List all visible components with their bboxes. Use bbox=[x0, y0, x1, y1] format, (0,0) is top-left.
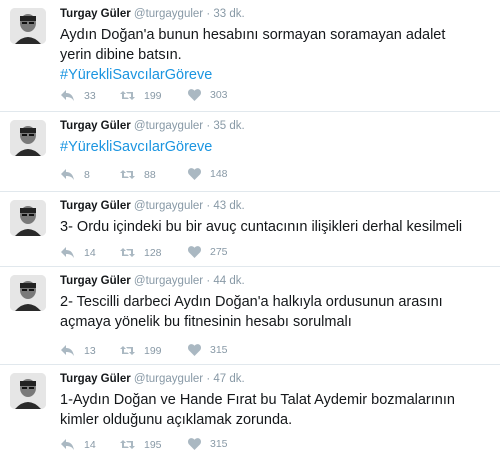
reply-icon bbox=[61, 90, 74, 101]
heart-icon bbox=[188, 168, 201, 180]
author-name[interactable]: Turgay Güler bbox=[60, 275, 131, 287]
tweet-header: Turgay Güler @turgayguler · 47 dk. bbox=[60, 373, 245, 385]
reply-count: 33 bbox=[84, 89, 96, 102]
retweet-count: 195 bbox=[144, 438, 162, 451]
tweet-body: Aydın Doğan'a bunun hesabını sormayan so… bbox=[60, 27, 446, 63]
reply-count: 14 bbox=[84, 246, 96, 259]
author-handle[interactable]: @turgayguler bbox=[134, 200, 203, 212]
heart-icon bbox=[188, 438, 201, 450]
retweet-button[interactable]: 128 bbox=[120, 246, 162, 259]
hashtag-link[interactable]: #YürekliSavcılarGöreve bbox=[60, 139, 212, 155]
author-handle[interactable]: @turgayguler bbox=[134, 8, 203, 20]
reply-count: 8 bbox=[84, 168, 90, 181]
like-count: 275 bbox=[210, 246, 228, 258]
avatar-image bbox=[10, 275, 46, 311]
reply-button[interactable]: 8 bbox=[60, 168, 90, 181]
avatar-image bbox=[10, 120, 46, 156]
author-handle[interactable]: @turgayguler bbox=[134, 120, 203, 132]
avatar[interactable] bbox=[10, 120, 46, 156]
tweet[interactable]: Turgay Güler @turgayguler · 35 dk. #Yüre… bbox=[0, 112, 500, 192]
retweet-count: 199 bbox=[144, 89, 162, 102]
reply-icon bbox=[61, 345, 74, 356]
retweet-icon bbox=[120, 91, 135, 100]
avatar[interactable] bbox=[10, 8, 46, 44]
author-name[interactable]: Turgay Güler bbox=[60, 120, 131, 132]
heart-icon bbox=[188, 344, 201, 356]
tweet-time[interactable]: · 35 dk. bbox=[206, 120, 244, 132]
tweet-header: Turgay Güler @turgayguler · 43 dk. bbox=[60, 200, 245, 212]
retweet-icon bbox=[120, 346, 135, 355]
heart-icon bbox=[188, 89, 201, 101]
like-count: 148 bbox=[210, 168, 228, 180]
avatar[interactable] bbox=[10, 373, 46, 409]
tweet-body: 2- Tescilli darbeci Aydın Doğan'a halkıy… bbox=[60, 294, 443, 330]
like-button[interactable]: 315 bbox=[188, 438, 228, 450]
tweet-body: 1-Aydın Doğan ve Hande Fırat bu Talat Ay… bbox=[60, 392, 455, 428]
tweet-body: 3- Ordu içindeki bu bir avuç cuntacının … bbox=[60, 219, 463, 235]
tweet-feed: Turgay Güler @turgayguler · 33 dk. Aydın… bbox=[0, 0, 500, 457]
tweet[interactable]: Turgay Güler @turgayguler · 44 dk. 2- Te… bbox=[0, 267, 500, 365]
like-button[interactable]: 303 bbox=[188, 89, 228, 101]
retweet-button[interactable]: 199 bbox=[120, 89, 162, 102]
reply-button[interactable]: 13 bbox=[60, 344, 96, 357]
reply-icon bbox=[61, 169, 74, 180]
tweet-time[interactable]: · 44 dk. bbox=[206, 275, 244, 287]
tweet[interactable]: Turgay Güler @turgayguler · 33 dk. Aydın… bbox=[0, 0, 500, 112]
reply-count: 13 bbox=[84, 344, 96, 357]
reply-button[interactable]: 33 bbox=[60, 89, 96, 102]
retweet-icon bbox=[120, 170, 135, 179]
retweet-count: 128 bbox=[144, 246, 162, 259]
tweet-text: 3- Ordu içindeki bu bir avuç cuntacının … bbox=[60, 217, 480, 237]
hashtag-link[interactable]: #YürekliSavcılarGöreve bbox=[60, 67, 212, 83]
heart-icon bbox=[188, 246, 201, 258]
like-count: 315 bbox=[210, 344, 228, 356]
reply-count: 14 bbox=[84, 438, 96, 451]
tweet-header: Turgay Güler @turgayguler · 44 dk. bbox=[60, 275, 245, 287]
author-handle[interactable]: @turgayguler bbox=[134, 275, 203, 287]
author-name[interactable]: Turgay Güler bbox=[60, 8, 131, 20]
retweet-count: 199 bbox=[144, 344, 162, 357]
avatar-image bbox=[10, 373, 46, 409]
tweet-header: Turgay Güler @turgayguler · 35 dk. bbox=[60, 120, 245, 132]
retweet-icon bbox=[120, 440, 135, 449]
tweet-text: #YürekliSavcılarGöreve bbox=[60, 137, 480, 157]
like-button[interactable]: 315 bbox=[188, 344, 228, 356]
reply-icon bbox=[61, 247, 74, 258]
tweet-text: 2- Tescilli darbeci Aydın Doğan'a halkıy… bbox=[60, 292, 480, 332]
tweet-text: Aydın Doğan'a bunun hesabını sormayan so… bbox=[60, 25, 480, 85]
reply-button[interactable]: 14 bbox=[60, 438, 96, 451]
reply-icon bbox=[61, 439, 74, 450]
avatar-image bbox=[10, 8, 46, 44]
retweet-count: 88 bbox=[144, 168, 156, 181]
tweet-time[interactable]: · 43 dk. bbox=[206, 200, 244, 212]
like-button[interactable]: 148 bbox=[188, 168, 228, 180]
tweet-text: 1-Aydın Doğan ve Hande Fırat bu Talat Ay… bbox=[60, 390, 480, 430]
avatar-image bbox=[10, 200, 46, 236]
retweet-button[interactable]: 199 bbox=[120, 344, 162, 357]
like-button[interactable]: 275 bbox=[188, 246, 228, 258]
like-count: 315 bbox=[210, 438, 228, 450]
like-count: 303 bbox=[210, 89, 228, 101]
retweet-icon bbox=[120, 248, 135, 257]
tweet[interactable]: Turgay Güler @turgayguler · 43 dk. 3- Or… bbox=[0, 192, 500, 267]
avatar[interactable] bbox=[10, 275, 46, 311]
tweet-header: Turgay Güler @turgayguler · 33 dk. bbox=[60, 8, 245, 20]
author-name[interactable]: Turgay Güler bbox=[60, 373, 131, 385]
author-name[interactable]: Turgay Güler bbox=[60, 200, 131, 212]
tweet[interactable]: Turgay Güler @turgayguler · 47 dk. 1-Ayd… bbox=[0, 365, 500, 457]
author-handle[interactable]: @turgayguler bbox=[134, 373, 203, 385]
reply-button[interactable]: 14 bbox=[60, 246, 96, 259]
tweet-time[interactable]: · 47 dk. bbox=[206, 373, 244, 385]
retweet-button[interactable]: 195 bbox=[120, 438, 162, 451]
retweet-button[interactable]: 88 bbox=[120, 168, 156, 181]
avatar[interactable] bbox=[10, 200, 46, 236]
tweet-time[interactable]: · 33 dk. bbox=[206, 8, 244, 20]
